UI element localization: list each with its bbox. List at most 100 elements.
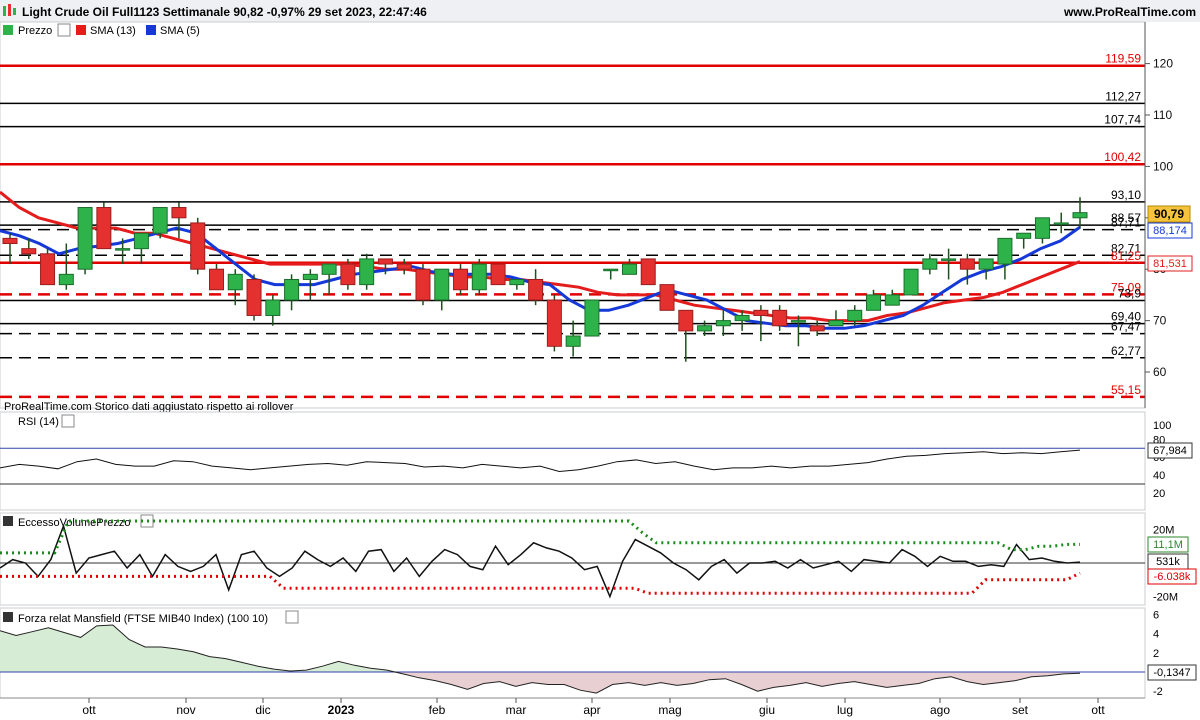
x-tick-label: set xyxy=(1012,703,1029,717)
candle-down xyxy=(490,263,506,286)
legend-price: Prezzo xyxy=(18,25,52,37)
candle-up xyxy=(903,268,919,296)
candle-up xyxy=(471,263,487,291)
candle-down xyxy=(453,268,469,291)
level-label: 93,10 xyxy=(1111,188,1141,202)
x-tick-label: ago xyxy=(930,703,950,717)
candle-up xyxy=(997,237,1013,265)
candle-down xyxy=(208,268,224,291)
x-tick-label: giu xyxy=(759,703,775,717)
level-label: 73,9 xyxy=(1118,287,1142,301)
x-axis: ott nov dic 2023 feb mar apr mag giu lug ago set ott xyxy=(0,697,1145,717)
x-tick-label: ott xyxy=(1091,703,1105,717)
x-tick-label: mar xyxy=(506,703,527,717)
candle-up xyxy=(115,248,131,251)
legend-sma5: SMA (5) xyxy=(160,25,200,37)
sma13-label: 81,531 xyxy=(1153,258,1187,270)
mansfield-tick-label: -2 xyxy=(1153,686,1163,698)
wrench-icon[interactable] xyxy=(57,23,71,37)
level-label: 119,59 xyxy=(1105,52,1141,66)
candle-down xyxy=(809,325,825,332)
candle-up xyxy=(284,278,300,301)
candle-up xyxy=(790,320,806,323)
current-price-label: 90,79 xyxy=(1154,207,1184,221)
candle-down xyxy=(396,263,412,270)
candle-up xyxy=(978,258,994,270)
level-label: 107,74 xyxy=(1104,113,1141,127)
candle-icon xyxy=(3,25,13,35)
candle-up xyxy=(565,335,581,347)
candle-up xyxy=(1072,212,1088,219)
candle-down xyxy=(246,278,262,316)
price-tick-label: 110 xyxy=(1153,108,1172,122)
candle-up xyxy=(1016,232,1032,239)
volume-upper-label: 11,1M xyxy=(1153,539,1183,551)
candle-down xyxy=(190,222,206,270)
x-tick-label: nov xyxy=(176,703,195,717)
candle-up xyxy=(922,258,938,270)
mansfield-tick-label: 6 xyxy=(1153,609,1159,621)
candle-down xyxy=(546,299,562,347)
candle-up xyxy=(77,207,93,270)
red-square-icon xyxy=(76,25,86,35)
candle-down xyxy=(772,309,788,327)
rsi-tick-label: 40 xyxy=(1153,470,1165,482)
blue-square-icon xyxy=(146,25,156,35)
x-tick-label: apr xyxy=(583,703,600,717)
level-label: 81,25 xyxy=(1111,249,1141,263)
candle-up xyxy=(715,320,731,327)
x-tick-label: dic xyxy=(255,703,270,717)
candle-down xyxy=(40,253,56,286)
candle-up xyxy=(434,268,450,301)
candle-up xyxy=(734,314,750,322)
candle-down xyxy=(96,207,112,250)
candle-up xyxy=(866,294,882,311)
price-legend: Prezzo SMA (13) SMA (5) xyxy=(3,23,200,37)
candle-up xyxy=(603,268,619,272)
rsi-title: RSI (14) xyxy=(18,416,59,428)
candle-up xyxy=(1034,217,1050,239)
level-label: 100,42 xyxy=(1104,150,1141,164)
candle-up xyxy=(697,325,713,332)
candle-down xyxy=(659,284,675,311)
volume-lower-label: -6.038k xyxy=(1154,571,1191,583)
volume-title: EccessoVolumePrezzo xyxy=(18,517,131,529)
chart-title: Light Crude Oil Full1123 Settimanale 90,… xyxy=(22,5,427,19)
legend-sma13: SMA (13) xyxy=(90,25,136,37)
x-tick-label: feb xyxy=(429,703,446,717)
rsi-tick-label: 100 xyxy=(1153,420,1171,432)
candle-down xyxy=(959,258,975,270)
candle-up xyxy=(621,263,637,275)
candle-up xyxy=(847,309,863,322)
x-tick-label: ott xyxy=(82,703,96,717)
candle-down xyxy=(640,258,656,286)
candle-down xyxy=(415,268,431,301)
candle-down xyxy=(2,237,18,245)
mansfield-value-label: -0,1347 xyxy=(1153,667,1190,679)
volume-tick-label: 20M xyxy=(1153,524,1174,536)
candle-down xyxy=(21,248,37,255)
rsi-tick-label: 20 xyxy=(1153,488,1165,500)
candle-up xyxy=(58,273,74,286)
candle-down xyxy=(678,309,694,332)
site-name[interactable]: www.ProRealTime.com xyxy=(1063,5,1196,19)
level-label: 112,27 xyxy=(1105,89,1141,103)
candle-down xyxy=(377,258,393,265)
level-label: 55,15 xyxy=(1111,383,1141,397)
wrench-icon[interactable] xyxy=(285,610,299,624)
wrench-icon[interactable] xyxy=(61,414,75,428)
candle-down xyxy=(528,278,544,301)
candle-up xyxy=(884,294,900,306)
footer-note: ProRealTime.com Storico dati aggiustato … xyxy=(4,401,294,413)
chart-canvas: Light Crude Oil Full1123 Settimanale 90,… xyxy=(0,0,1200,717)
candle-up xyxy=(133,232,149,250)
price-tick-label: 100 xyxy=(1153,159,1173,173)
candle-up xyxy=(584,299,600,337)
candle-up xyxy=(227,273,243,291)
level-label: 67,47 xyxy=(1111,320,1141,334)
candle-up xyxy=(828,320,844,327)
level-label: 87,71 xyxy=(1111,216,1141,230)
level-label: 62,77 xyxy=(1111,344,1141,358)
candle-up xyxy=(1053,222,1069,225)
mansfield-tick-label: 2 xyxy=(1153,648,1159,660)
